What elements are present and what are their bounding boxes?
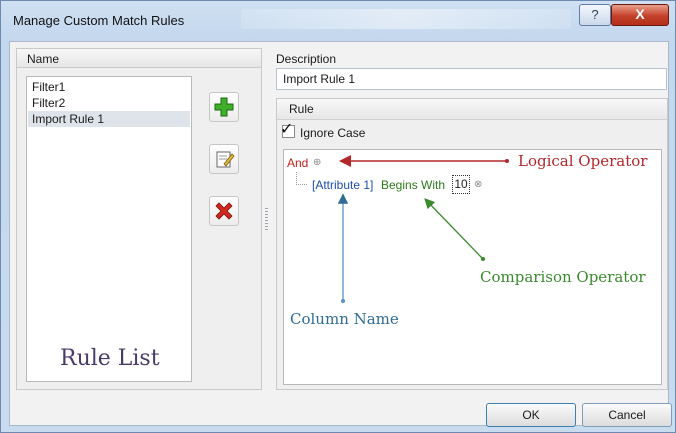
rule-list-caption: Rule List xyxy=(60,346,160,371)
delete-rule-button[interactable] xyxy=(209,196,239,226)
rule-group-header: Rule xyxy=(277,99,667,120)
rule-list-item[interactable]: Filter1 xyxy=(28,79,190,95)
checkmark-icon: ✓ xyxy=(280,121,294,138)
ok-button[interactable]: OK xyxy=(486,403,576,427)
rule-list[interactable]: Filter1 Filter2 Import Rule 1 xyxy=(26,76,192,382)
add-icon xyxy=(214,97,234,117)
rule-header-label: Rule xyxy=(289,102,314,116)
comparison-operator-annotation: Comparison Operator xyxy=(480,268,646,286)
condition-value-input[interactable]: 10 xyxy=(452,175,470,194)
add-condition-icon[interactable]: ⊕ xyxy=(313,157,321,168)
dialog-title: Manage Custom Match Rules xyxy=(13,13,185,28)
logical-operator-token[interactable]: And xyxy=(287,156,308,170)
panel-splitter-handle[interactable] xyxy=(265,208,268,230)
edit-icon xyxy=(216,151,235,168)
name-column-header: Name xyxy=(16,48,262,68)
logical-operator-annotation: Logical Operator xyxy=(518,152,648,170)
description-input[interactable]: Import Rule 1 xyxy=(276,68,667,90)
remove-condition-icon[interactable]: ⊗ xyxy=(474,179,482,190)
column-name-token[interactable]: [Attribute 1] xyxy=(312,178,373,192)
rule-list-item-selected[interactable]: Import Rule 1 xyxy=(28,111,190,127)
delete-icon xyxy=(215,202,233,220)
title-bar[interactable]: Manage Custom Match Rules ? X xyxy=(1,1,675,41)
column-name-annotation: Column Name xyxy=(290,310,399,328)
add-rule-button[interactable] xyxy=(209,92,239,122)
tree-connector xyxy=(296,172,307,185)
rule-list-item[interactable]: Filter2 xyxy=(28,95,190,111)
comparison-operator-token[interactable]: Begins With xyxy=(381,178,445,192)
name-header-label: Name xyxy=(27,52,60,66)
close-button[interactable]: X xyxy=(611,4,669,26)
description-label: Description xyxy=(276,52,337,66)
ignore-case-label: Ignore Case xyxy=(300,126,366,140)
title-bar-background xyxy=(241,9,571,29)
help-button[interactable]: ? xyxy=(579,4,611,26)
edit-rule-button[interactable] xyxy=(209,144,239,174)
cancel-button[interactable]: Cancel xyxy=(582,403,672,427)
